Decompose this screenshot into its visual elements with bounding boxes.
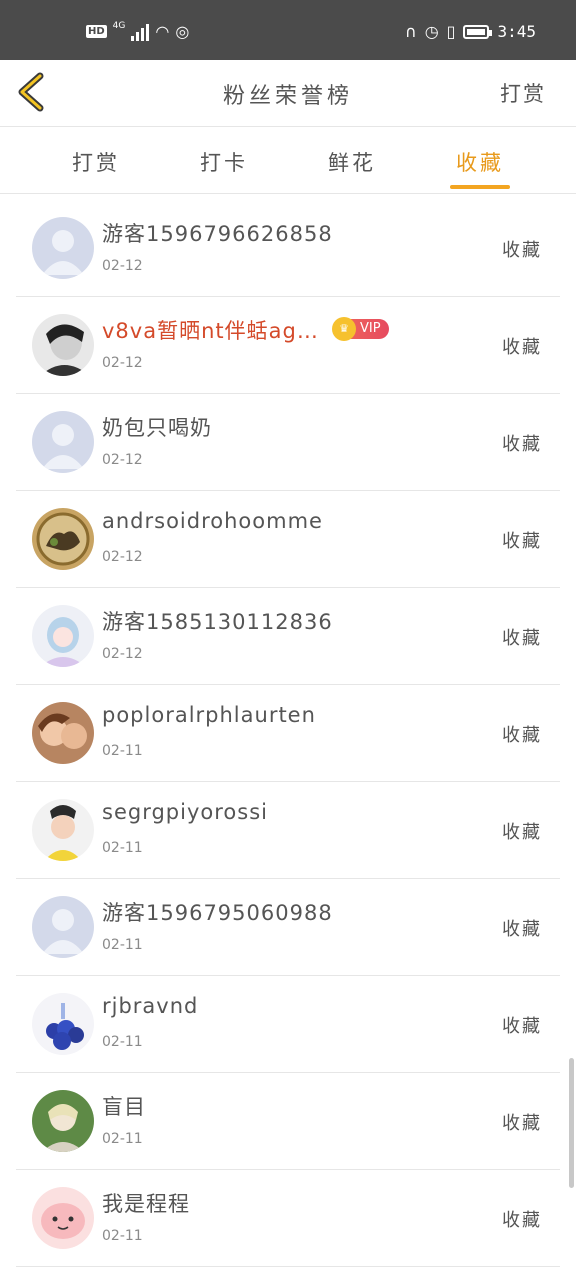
fan-list: 游客1596796626858 02-12 收藏 v8va暂晒nt伴蛞ag… ♛… [16, 200, 560, 1267]
scrollbar[interactable] [569, 1058, 574, 1188]
photo-avatar [32, 605, 94, 667]
list-item[interactable]: 奶包只喝奶 02-12 收藏 [16, 394, 560, 491]
favorite-action-label: 收藏 [502, 628, 542, 649]
default-avatar [32, 217, 94, 279]
date-label: 02-12 [102, 549, 143, 565]
tab-label: 鲜花 [328, 151, 376, 175]
status-right: ∩ ◷ ▯ 3:45 [405, 22, 536, 41]
favorite-action-label: 收藏 [502, 531, 542, 552]
top-bar: 粉丝荣誉榜 打赏 [0, 60, 576, 127]
date-label: 02-11 [102, 840, 143, 856]
default-avatar [32, 411, 94, 473]
network-label: 4G [112, 20, 126, 31]
wifi-icon: ◠ [155, 22, 170, 41]
vip-badge: ♛ VIP [332, 317, 389, 341]
default-avatar [32, 896, 94, 958]
user-name: segrgpiyorossi [102, 800, 268, 824]
tab-label: 打赏 [72, 151, 120, 175]
photo-avatar [32, 508, 94, 570]
photo-avatar [32, 314, 94, 376]
status-bar: HD 4G ◠ ◎ ∩ ◷ ▯ 3:45 [0, 0, 576, 60]
hd-badge: HD [86, 25, 107, 38]
battery-icon [463, 24, 493, 39]
favorite-action-label: 收藏 [502, 1016, 542, 1037]
tab-label: 打卡 [200, 151, 248, 175]
date-label: 02-12 [102, 646, 143, 662]
user-name: rjbravnd [102, 994, 199, 1018]
user-name: andrsoidrohoomme [102, 509, 323, 533]
user-name: poploralrphlaurten [102, 703, 316, 727]
user-name: 盲目 [102, 1095, 146, 1119]
user-name: 游客1596796626858 [102, 222, 333, 246]
status-left: HD 4G ◠ ◎ [86, 20, 190, 41]
photo-avatar [32, 799, 94, 861]
tab-tip[interactable]: 打赏 [56, 147, 136, 177]
date-label: 02-11 [102, 1131, 143, 1147]
tab-favorites[interactable]: 收藏 [440, 147, 520, 189]
list-item[interactable]: 游客1585130112836 02-12 收藏 [16, 588, 560, 685]
tab-label: 收藏 [456, 151, 504, 175]
photo-avatar [32, 993, 94, 1055]
list-item[interactable]: 游客1596796626858 02-12 收藏 [16, 200, 560, 297]
vibrate-icon: ▯ [446, 22, 456, 41]
tip-button[interactable]: 打赏 [500, 78, 546, 108]
date-label: 02-12 [102, 258, 143, 274]
date-label: 02-11 [102, 743, 143, 759]
sync-icon: ◎ [175, 22, 190, 41]
vip-label: VIP [360, 321, 381, 336]
favorite-action-label: 收藏 [502, 434, 542, 455]
headphones-icon: ∩ [404, 22, 417, 41]
list-item[interactable]: poploralrphlaurten 02-11 收藏 [16, 685, 560, 782]
tab-indicator [450, 185, 510, 189]
tab-flowers[interactable]: 鲜花 [312, 147, 392, 177]
status-time: 3:45 [497, 22, 536, 41]
favorite-action-label: 收藏 [502, 240, 542, 261]
favorite-action-label: 收藏 [502, 1113, 542, 1134]
crown-icon: ♛ [332, 317, 356, 341]
date-label: 02-11 [102, 1228, 143, 1244]
photo-avatar [32, 702, 94, 764]
favorite-action-label: 收藏 [502, 725, 542, 746]
list-item[interactable]: rjbravnd 02-11 收藏 [16, 976, 560, 1073]
tab-checkin[interactable]: 打卡 [184, 147, 264, 177]
user-name: 游客1585130112836 [102, 610, 333, 634]
date-label: 02-12 [102, 355, 143, 371]
photo-avatar [32, 1187, 94, 1249]
user-name: 游客1596795060988 [102, 901, 333, 925]
favorite-action-label: 收藏 [502, 822, 542, 843]
signal-icon [131, 23, 150, 41]
list-item[interactable]: segrgpiyorossi 02-11 收藏 [16, 782, 560, 879]
list-item[interactable]: v8va暂晒nt伴蛞ag… ♛ VIP 02-12 收藏 [16, 297, 560, 394]
list-item[interactable]: 盲目 02-11 收藏 [16, 1073, 560, 1170]
favorite-action-label: 收藏 [502, 919, 542, 940]
favorite-action-label: 收藏 [502, 337, 542, 358]
tab-bar: 打赏 打卡 鲜花 收藏 [0, 127, 576, 194]
list-item[interactable]: andrsoidrohoomme 02-12 收藏 [16, 491, 560, 588]
date-label: 02-12 [102, 452, 143, 468]
date-label: 02-11 [102, 937, 143, 953]
user-name: 奶包只喝奶 [102, 416, 212, 440]
favorite-action-label: 收藏 [502, 1210, 542, 1231]
list-item[interactable]: 我是程程 02-11 收藏 [16, 1170, 560, 1267]
user-name: 我是程程 [102, 1192, 190, 1216]
date-label: 02-11 [102, 1034, 143, 1050]
list-item[interactable]: 游客1596795060988 02-11 收藏 [16, 879, 560, 976]
alarm-icon: ◷ [424, 22, 439, 41]
page-title: 粉丝荣誉榜 [222, 84, 353, 109]
photo-avatar [32, 1090, 94, 1152]
user-name: v8va暂晒nt伴蛞ag… [102, 319, 319, 343]
